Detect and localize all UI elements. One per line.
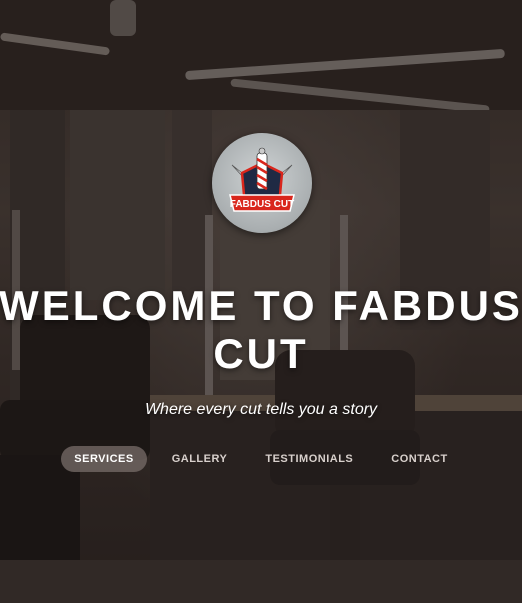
nav-item-services[interactable]: SERVICES bbox=[61, 446, 147, 472]
hero-section: FABDUS CUT WELCOME TO FABDUS CUT Where e… bbox=[0, 0, 522, 603]
page-title: WELCOME TO FABDUS CUT bbox=[0, 282, 522, 377]
nav-item-testimonials[interactable]: TESTIMONIALS bbox=[252, 446, 366, 472]
logo-text: FABDUS CUT bbox=[230, 199, 294, 210]
nav-item-contact[interactable]: CONTACT bbox=[378, 446, 460, 472]
fabdus-cut-logo: FABDUS CUT bbox=[212, 133, 312, 233]
main-nav: SERVICES GALLERY TESTIMONIALS CONTACT bbox=[0, 446, 522, 472]
nav-item-gallery[interactable]: GALLERY bbox=[159, 446, 241, 472]
logo-emblem-icon: FABDUS CUT bbox=[229, 147, 295, 212]
hero-tagline: Where every cut tells you a story bbox=[144, 401, 378, 418]
